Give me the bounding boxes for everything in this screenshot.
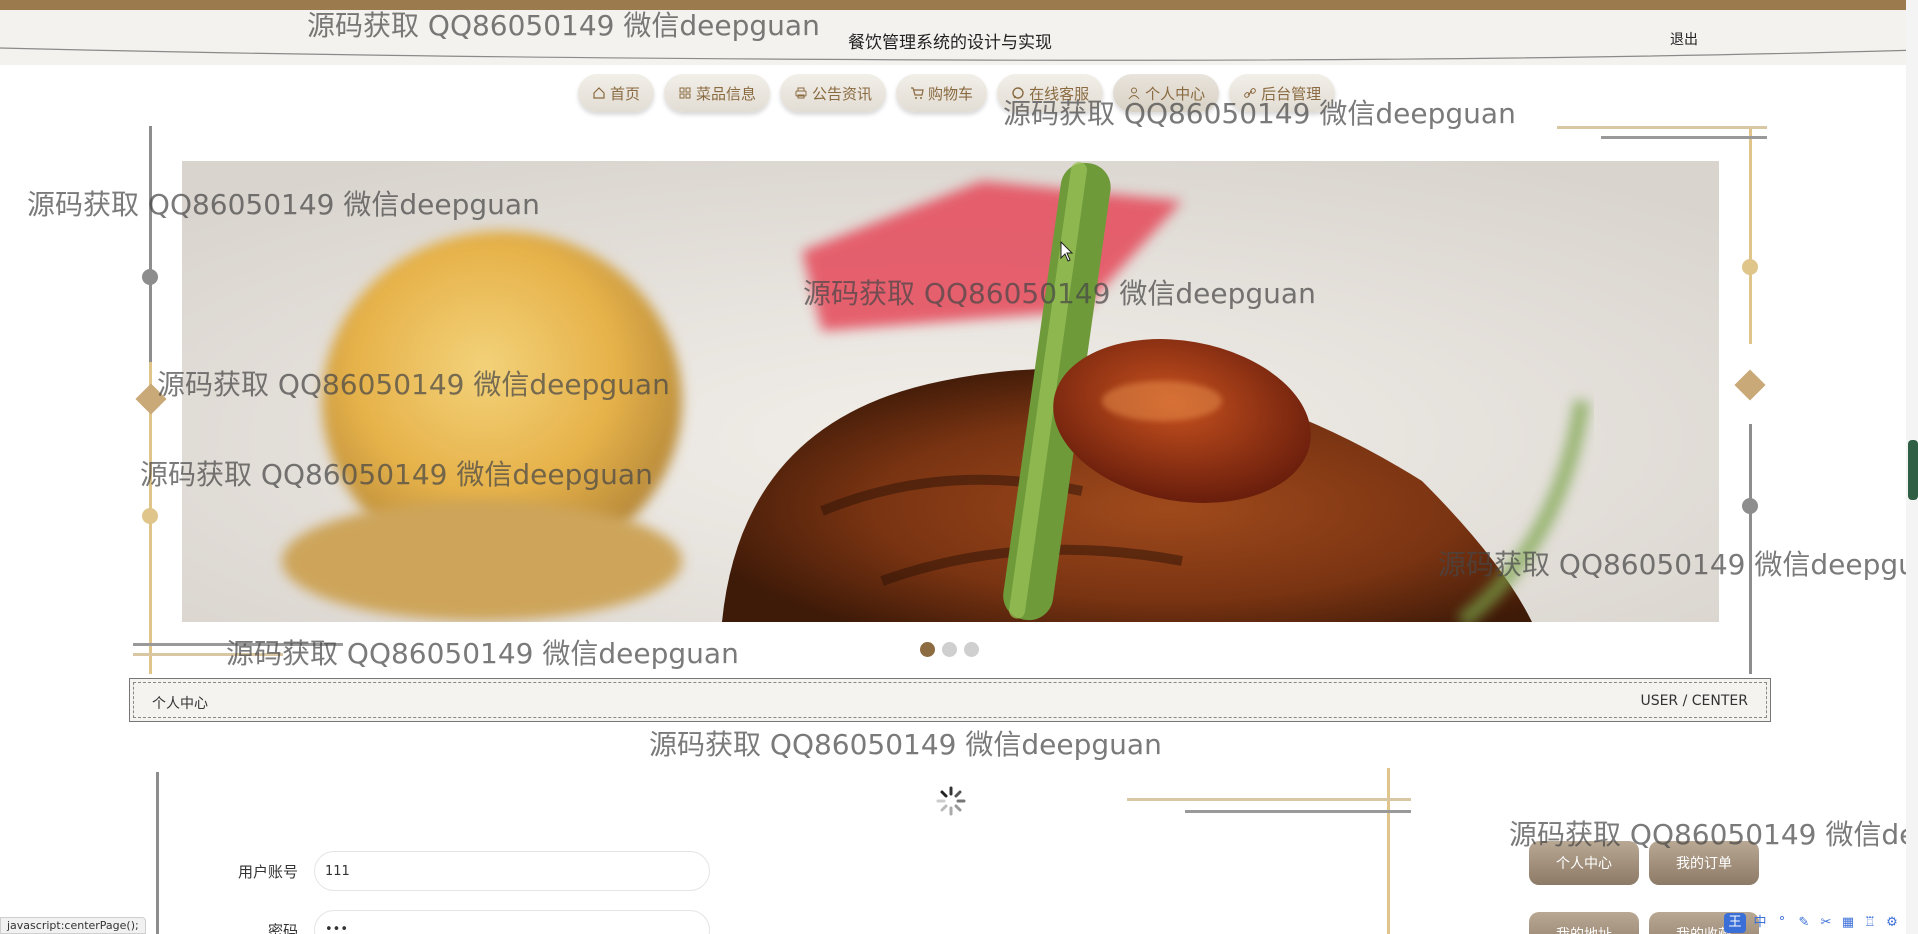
page: 餐饮管理系统的设计与实现 退出 首页 菜品信息 公告资讯 购物车 在线客服 个人… (0, 0, 1918, 934)
carousel-dot[interactable] (964, 642, 979, 657)
deco-dot (142, 508, 158, 524)
site-title: 餐饮管理系统的设计与实现 (848, 33, 1052, 53)
nav-admin-label: 后台管理 (1261, 84, 1322, 103)
ime-toolbar: 王 中 ° ✎ ✂ ▦ ♖ ⚙ (1724, 912, 1900, 934)
account-row: 用户账号 (200, 851, 710, 891)
deco-line (1127, 798, 1411, 801)
deco-line (1185, 810, 1411, 813)
carousel-dots (920, 642, 979, 657)
mouse-cursor-icon (1060, 241, 1074, 262)
side-btn-user-center[interactable]: 个人中心 (1529, 841, 1639, 885)
punctuation-icon[interactable]: ° (1774, 915, 1790, 931)
account-label: 用户账号 (237, 862, 298, 881)
deco-diamond (1734, 369, 1766, 401)
deco-line (1749, 126, 1752, 344)
loading-spinner-icon (936, 786, 966, 816)
deco-line (1749, 424, 1752, 674)
nav-home-label: 首页 (610, 84, 641, 103)
nav-admin[interactable]: 后台管理 (1229, 74, 1336, 112)
carousel-dot[interactable] (920, 642, 935, 657)
password-input[interactable]: ••• (314, 910, 710, 934)
ime-lang[interactable]: 中 (1752, 915, 1768, 931)
deco-line (1387, 768, 1390, 934)
deco-dot (1742, 259, 1758, 275)
nav-news-label: 公告资讯 (812, 84, 873, 103)
deco-line (156, 772, 159, 934)
logout-button[interactable]: 退出 (1670, 29, 1698, 49)
top-accent-strip (0, 0, 1918, 10)
user-icon (1128, 87, 1140, 100)
nav-cart[interactable]: 购物车 (896, 74, 988, 112)
deco-dot (142, 269, 158, 285)
side-btn-my-orders[interactable]: 我的订单 (1649, 841, 1759, 885)
nav-dishes[interactable]: 菜品信息 (664, 74, 771, 112)
nav-user-center[interactable]: 个人中心 (1113, 74, 1220, 112)
nav-news[interactable]: 公告资讯 (780, 74, 887, 112)
nav-user-center-label: 个人中心 (1145, 84, 1206, 103)
watermark: 源码获取 QQ86050149 微信deepguan (649, 728, 1162, 761)
side-btn-my-address[interactable]: 我的地址 (1529, 912, 1639, 934)
grid-icon (679, 87, 691, 99)
banner-image (182, 161, 1719, 622)
ime-logo-icon[interactable]: 王 (1724, 913, 1746, 933)
deco-line (1557, 126, 1767, 129)
banner-carousel[interactable] (182, 161, 1719, 622)
nav-support-label: 在线客服 (1029, 84, 1090, 103)
shirt-icon[interactable]: ♖ (1862, 915, 1878, 931)
gear-icon[interactable]: ⚙ (1884, 915, 1900, 931)
section-title-en: USER / CENTER (1640, 693, 1748, 709)
section-header: 个人中心 USER / CENTER (129, 678, 1771, 722)
scissors-icon[interactable]: ✂ (1818, 915, 1834, 931)
deco-line (133, 653, 283, 656)
nav-dishes-label: 菜品信息 (696, 84, 757, 103)
link-icon (1244, 88, 1256, 98)
browser-status-bar: javascript:centerPage(); (0, 917, 146, 934)
nav-home[interactable]: 首页 (578, 74, 655, 112)
account-input[interactable] (314, 851, 710, 891)
deco-line (133, 643, 343, 646)
deco-line (149, 126, 152, 362)
cart-icon (911, 87, 924, 99)
home-icon (593, 87, 605, 99)
carousel-dot[interactable] (942, 642, 957, 657)
nav-cart-label: 购物车 (928, 84, 974, 103)
nav-support[interactable]: 在线客服 (997, 74, 1104, 112)
password-label: 密码 (267, 921, 298, 934)
deco-diamond (135, 383, 167, 415)
deco-line (1601, 136, 1767, 139)
pen-icon[interactable]: ✎ (1796, 915, 1812, 931)
section-title: 个人中心 (152, 696, 208, 712)
main-nav: 首页 菜品信息 公告资讯 购物车 在线客服 个人中心 后台管理 (578, 74, 1336, 114)
deco-dot (1742, 498, 1758, 514)
printer-icon (795, 87, 807, 99)
watermark: 源码获取 QQ86050149 微信deepguan (226, 637, 739, 670)
password-row: 密码 ••• (200, 910, 710, 934)
chat-icon (1012, 87, 1024, 99)
scrollbar-thumb[interactable] (1908, 440, 1918, 500)
keyboard-icon[interactable]: ▦ (1840, 915, 1856, 931)
